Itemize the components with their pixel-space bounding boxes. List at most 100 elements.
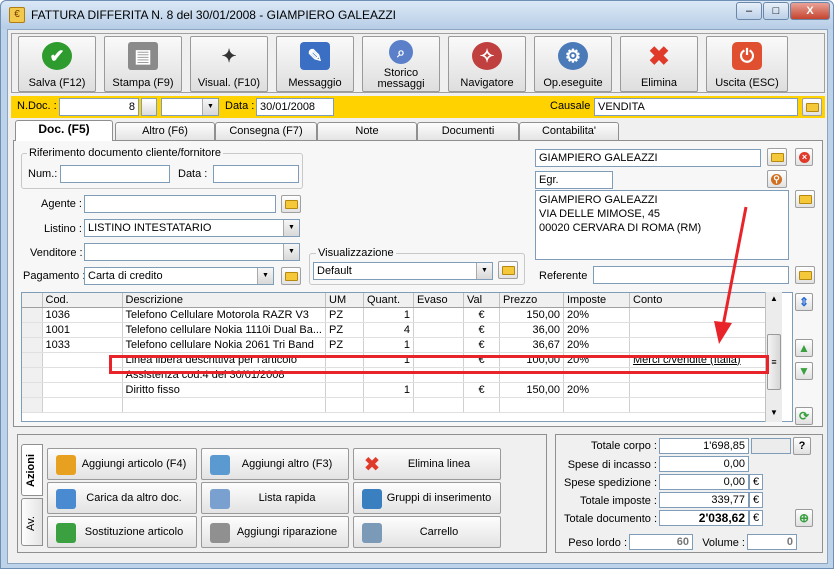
table-row[interactable]: Linea libera descrittiva per l'articolo 1… — [22, 352, 780, 368]
tab-documenti[interactable]: Documenti — [417, 122, 519, 140]
col-header-conto[interactable]: Conto — [629, 293, 780, 308]
col-header-descrizione[interactable]: Descrizione — [122, 293, 326, 308]
zoom-totals-button[interactable]: ⊕ — [795, 509, 813, 527]
agente-folder-button[interactable] — [281, 195, 301, 213]
visualizzazione-folder-button[interactable] — [498, 261, 518, 279]
cell-prezzo[interactable]: 150,00 — [499, 307, 564, 323]
col-header-um[interactable]: UM — [325, 293, 364, 308]
cell-um[interactable]: PZ — [325, 322, 364, 338]
articles-grid[interactable]: Cod. Descrizione UM Quant. Evaso Val Pre… — [21, 292, 793, 422]
cell-prezzo[interactable] — [499, 367, 564, 383]
cell-conto[interactable] — [629, 307, 780, 323]
row-selector[interactable] — [22, 307, 43, 323]
col-header-cod[interactable]: Cod. — [42, 293, 123, 308]
row-selector[interactable] — [22, 352, 43, 368]
quick-list-button[interactable]: Lista rapida — [201, 482, 349, 514]
tab-azioni[interactable]: Azioni — [21, 444, 43, 496]
cell-val[interactable]: € — [463, 322, 500, 338]
ndoc-suffix-button[interactable] — [141, 98, 157, 116]
cell-val[interactable]: € — [463, 352, 500, 368]
cell-conto[interactable] — [629, 322, 780, 338]
cell-quant[interactable]: 1 — [363, 337, 414, 353]
col-header-quant[interactable]: Quant. — [363, 293, 414, 308]
row-selector[interactable] — [22, 367, 43, 383]
row-selector[interactable] — [22, 322, 43, 338]
cell-evaso[interactable] — [413, 367, 464, 383]
cell-imposte[interactable] — [563, 367, 630, 383]
cell-imposte[interactable]: 20% — [563, 352, 630, 368]
cell-descrizione[interactable]: Assistenza cod.4 del 30/01/2008 — [122, 367, 326, 383]
table-row[interactable]: Diritto fisso 1 €150,00 20% — [22, 382, 780, 398]
cell-conto[interactable] — [629, 367, 780, 383]
move-top-button[interactable]: ⇕ — [795, 293, 813, 311]
cell-prezzo[interactable]: 150,00 — [499, 382, 564, 398]
cell-cod[interactable]: 1036 — [42, 307, 123, 323]
close-button[interactable]: X — [790, 2, 830, 20]
cell-evaso[interactable] — [413, 352, 464, 368]
cell-val[interactable]: € — [463, 337, 500, 353]
riferimento-date-field[interactable] — [213, 165, 299, 183]
cell-evaso[interactable] — [413, 307, 464, 323]
cell-descrizione[interactable]: Telefono Cellulare Motorola RAZR V3 — [122, 307, 326, 323]
add-other-button[interactable]: Aggiungi altro (F3) — [201, 448, 349, 480]
pagamento-combo[interactable]: Carta di credito ▼ — [84, 267, 274, 285]
cell-imposte[interactable] — [563, 397, 630, 413]
cell-cod[interactable]: 1033 — [42, 337, 123, 353]
grid-scrollbar[interactable]: ▲ ≡ ▼ — [765, 292, 782, 422]
causale-field[interactable]: VENDITA — [594, 98, 798, 116]
spese-incasso-value[interactable]: 0,00 — [659, 456, 749, 472]
cell-descrizione[interactable]: Diritto fisso — [122, 382, 326, 398]
cell-val[interactable] — [463, 397, 500, 413]
address-folder-button[interactable] — [795, 190, 815, 208]
cell-prezzo[interactable]: 36,67 — [499, 337, 564, 353]
cell-descrizione[interactable]: Linea libera descrittiva per l'articolo — [122, 352, 326, 368]
cell-val[interactable]: € — [463, 307, 500, 323]
add-repair-button[interactable]: Aggiungi riparazione — [201, 516, 349, 548]
visualizzazione-combo[interactable]: Default ▼ — [313, 262, 493, 280]
cell-imposte[interactable]: 20% — [563, 307, 630, 323]
table-row[interactable]: 1033 Telefono cellulare Nokia 2061 Tri Ba… — [22, 337, 780, 353]
volume-value[interactable]: 0 — [747, 534, 797, 550]
series-combo[interactable]: ▼ — [161, 98, 219, 116]
referente-folder-button[interactable] — [795, 266, 815, 284]
num-field[interactable] — [60, 165, 170, 183]
scroll-thumb[interactable]: ≡ — [767, 334, 781, 390]
cell-val[interactable] — [463, 367, 500, 383]
cell-cod[interactable] — [42, 397, 123, 413]
cell-quant[interactable]: 1 — [363, 307, 414, 323]
cell-imposte[interactable]: 20% — [563, 337, 630, 353]
message-button[interactable]: ✎ Messaggio — [276, 36, 354, 92]
cliente-folder-button[interactable] — [767, 148, 787, 166]
cell-quant[interactable]: 1 — [363, 382, 414, 398]
cell-um[interactable]: PZ — [325, 307, 364, 323]
listino-combo[interactable]: LISTINO INTESTATARIO ▼ — [84, 219, 300, 237]
cell-imposte[interactable]: 20% — [563, 322, 630, 338]
help-button[interactable]: ? — [793, 437, 811, 455]
scroll-up-icon[interactable]: ▲ — [768, 294, 780, 304]
cell-cod[interactable] — [42, 352, 123, 368]
spese-spedizione-value[interactable]: 0,00 — [659, 474, 749, 490]
table-row[interactable] — [22, 397, 780, 413]
tab-note[interactable]: Note — [317, 122, 417, 140]
refresh-button[interactable]: ⟳ — [795, 407, 813, 425]
cell-descrizione[interactable] — [122, 397, 326, 413]
table-row[interactable]: 1036 Telefono Cellulare Motorola RAZR V3 P… — [22, 307, 780, 323]
ndoc-field[interactable]: 8 — [59, 98, 139, 116]
tab-av[interactable]: Av. — [21, 498, 43, 546]
minimize-button[interactable]: – — [736, 2, 762, 20]
maximize-button[interactable]: □ — [763, 2, 789, 20]
cell-um[interactable] — [325, 367, 364, 383]
cell-quant[interactable]: 1 — [363, 352, 414, 368]
cell-um[interactable] — [325, 397, 364, 413]
tab-altro[interactable]: Altro (F6) — [115, 122, 215, 140]
move-down-button[interactable]: ▼ — [795, 362, 813, 380]
cell-cod[interactable] — [42, 367, 123, 383]
peso-value[interactable]: 60 — [629, 534, 693, 550]
row-selector[interactable] — [22, 337, 43, 353]
title-bar[interactable]: € FATTURA DIFFERITA N. 8 del 30/01/2008 … — [1, 1, 833, 29]
row-selector[interactable] — [22, 382, 43, 398]
cell-evaso[interactable] — [413, 382, 464, 398]
tab-contabilita[interactable]: Contabilita' — [519, 122, 619, 140]
cell-descrizione[interactable]: Telefono cellulare Nokia 1110i Dual Ba..… — [122, 322, 326, 338]
cliente-title-field[interactable]: Egr. — [535, 171, 613, 189]
